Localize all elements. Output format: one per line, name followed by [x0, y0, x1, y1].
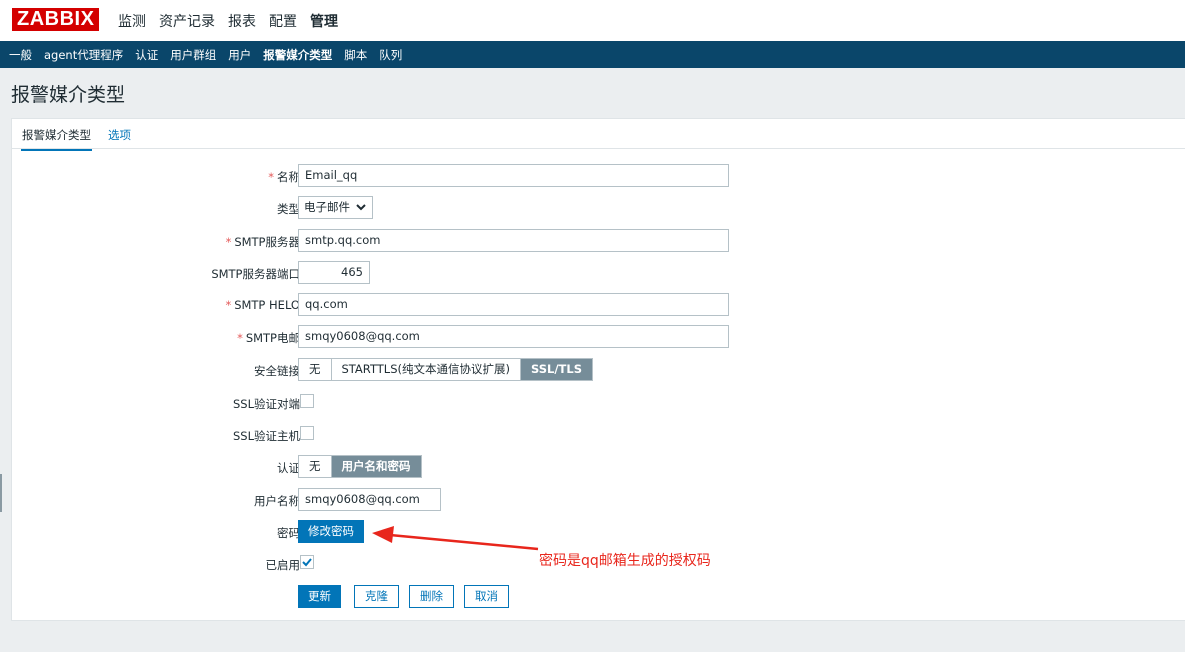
- ssl-verify-host-label: SSL验证主机: [232, 429, 300, 443]
- security-label: 安全链接: [254, 364, 300, 378]
- submenu-item-proxies[interactable]: agent代理程序: [44, 47, 123, 63]
- update-button[interactable]: 更新: [298, 585, 341, 608]
- ssl-verify-peer-checkbox[interactable]: [300, 394, 314, 408]
- cancel-button[interactable]: 取消: [464, 585, 509, 608]
- security-segmented: 无 STARTTLS(纯文本通信协议扩展) SSL/TLS: [298, 358, 594, 381]
- menu-item-inventory[interactable]: 资产记录: [159, 11, 215, 31]
- submenu-item-queue[interactable]: 队列: [379, 47, 402, 63]
- page-title: 报警媒介类型: [11, 84, 126, 106]
- clone-button[interactable]: 克隆: [354, 585, 399, 608]
- chevron-down-icon: [356, 204, 366, 211]
- tab-media-type[interactable]: 报警媒介类型: [21, 127, 92, 151]
- sub-menu: 一般 agent代理程序 认证 用户群组 用户 报警媒介类型 脚本 队列: [0, 41, 1185, 68]
- smtp-email-label: * SMTP电邮: [237, 331, 300, 345]
- change-password-button[interactable]: 修改密码: [298, 520, 364, 543]
- required-marker: *: [225, 235, 232, 249]
- left-edge-marker: [0, 474, 2, 512]
- security-option-starttls[interactable]: STARTTLS(纯文本通信协议扩展): [331, 359, 521, 380]
- smtp-server-label: * SMTP服务器: [225, 235, 300, 249]
- menu-item-monitoring[interactable]: 监测: [118, 11, 146, 31]
- top-bar: ZABBIX 监测 资产记录 报表 配置 管理: [0, 0, 1185, 41]
- smtp-server-input[interactable]: smtp.qq.com: [298, 229, 729, 252]
- auth-segmented: 无 用户名和密码: [298, 455, 422, 478]
- menu-item-reports[interactable]: 报表: [228, 11, 256, 31]
- annotation-note: 密码是qq邮箱生成的授权码: [539, 553, 711, 569]
- auth-label: 认证: [277, 461, 300, 475]
- ssl-verify-peer-label: SSL验证对端: [232, 397, 300, 411]
- submenu-item-scripts[interactable]: 脚本: [344, 47, 367, 63]
- menu-item-configuration[interactable]: 配置: [269, 11, 297, 31]
- submenu-item-authentication[interactable]: 认证: [135, 47, 158, 63]
- username-label: 用户名称: [254, 494, 300, 508]
- main-menu: 监测 资产记录 报表 配置 管理: [118, 0, 351, 41]
- required-marker: *: [268, 170, 274, 184]
- menu-item-administration[interactable]: 管理: [310, 11, 338, 31]
- smtp-port-label: SMTP服务器端口: [211, 267, 300, 281]
- delete-button[interactable]: 删除: [409, 585, 454, 608]
- type-select[interactable]: 电子邮件: [298, 196, 373, 219]
- smtp-email-input[interactable]: smqy0608@qq.com: [298, 325, 729, 348]
- auth-option-none[interactable]: 无: [299, 456, 332, 477]
- submenu-item-user-groups[interactable]: 用户群组: [170, 47, 216, 63]
- smtp-helo-input[interactable]: qq.com: [298, 293, 729, 316]
- enabled-checkbox[interactable]: [300, 555, 314, 569]
- name-input[interactable]: Email_qq: [298, 164, 729, 187]
- form-panel: 报警媒介类型 选项 * 名称 Email_qq 类型 电子邮件 * SMTP服务器 …: [11, 118, 1185, 621]
- auth-option-username-password[interactable]: 用户名和密码: [331, 456, 421, 477]
- form-tabs: 报警媒介类型 选项: [12, 119, 1185, 151]
- type-select-value: 电子邮件: [304, 200, 350, 214]
- checkmark-icon: [302, 558, 312, 567]
- submenu-item-general[interactable]: 一般: [9, 47, 32, 63]
- tab-options[interactable]: 选项: [108, 127, 131, 143]
- required-marker: *: [237, 331, 243, 345]
- zabbix-logo[interactable]: ZABBIX: [12, 8, 100, 31]
- security-option-none[interactable]: 无: [299, 359, 332, 380]
- required-marker: *: [225, 298, 232, 312]
- smtp-port-input[interactable]: 465: [298, 261, 370, 284]
- type-label: 类型: [277, 202, 300, 216]
- smtp-helo-label: * SMTP HELO: [225, 298, 300, 312]
- name-label: * 名称: [268, 170, 300, 184]
- submenu-item-media-types[interactable]: 报警媒介类型: [263, 47, 332, 63]
- security-option-ssl-tls[interactable]: SSL/TLS: [520, 359, 593, 380]
- username-input[interactable]: smqy0608@qq.com: [298, 488, 441, 511]
- submenu-item-users[interactable]: 用户: [228, 47, 251, 63]
- password-label: 密码: [277, 526, 300, 540]
- ssl-verify-host-checkbox[interactable]: [300, 426, 314, 440]
- enabled-label: 已启用: [265, 558, 301, 572]
- annotation-arrow-icon: [372, 526, 539, 551]
